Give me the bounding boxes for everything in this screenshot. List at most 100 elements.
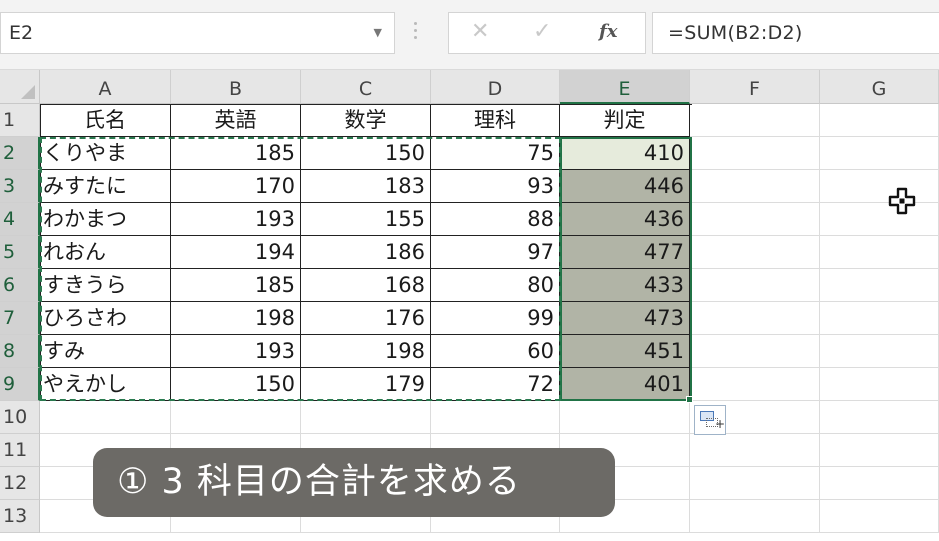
row-header-10[interactable]: 10 (0, 401, 40, 434)
cell-d6[interactable]: 80 (431, 269, 560, 302)
cell-f7[interactable] (690, 302, 820, 335)
cell-g6[interactable] (820, 269, 939, 302)
cell-d5[interactable]: 97 (431, 236, 560, 269)
cell-e8[interactable]: 451 (560, 335, 690, 368)
row-header-8[interactable]: 8 (0, 335, 40, 368)
enter-icon[interactable]: ✓ (533, 19, 551, 44)
cell-g11[interactable] (820, 434, 939, 467)
cell-e9[interactable]: 401 (560, 368, 690, 401)
cell-f2[interactable] (690, 137, 820, 170)
row-header-6[interactable]: 6 (0, 269, 40, 302)
cell-g4[interactable] (820, 203, 939, 236)
cell-g8[interactable] (820, 335, 939, 368)
cell-f1[interactable] (690, 104, 820, 137)
cell-b3[interactable]: 170 (171, 170, 301, 203)
cell-f11[interactable] (690, 434, 820, 467)
name-box[interactable]: E2 ▼ (0, 12, 395, 54)
cell-f9[interactable] (690, 368, 820, 401)
row-header-5[interactable]: 5 (0, 236, 40, 269)
cell-a6[interactable]: すきうら (40, 269, 171, 302)
row-header-12[interactable]: 12 (0, 467, 40, 500)
cell-b10[interactable] (171, 401, 301, 434)
cell-d1[interactable]: 理科 (431, 104, 560, 137)
cell-b1[interactable]: 英語 (171, 104, 301, 137)
fill-handle[interactable] (686, 396, 693, 403)
column-header-f[interactable]: F (690, 70, 820, 104)
cell-a1[interactable]: 氏名 (40, 104, 171, 137)
cell-g13[interactable] (820, 500, 939, 533)
cell-c4[interactable]: 155 (301, 203, 431, 236)
cell-c5[interactable]: 186 (301, 236, 431, 269)
cell-a7[interactable]: ひろさわ (40, 302, 171, 335)
cell-c10[interactable] (301, 401, 431, 434)
cell-a8[interactable]: すみ (40, 335, 171, 368)
insert-function-icon[interactable]: fx (599, 21, 617, 42)
cell-f12[interactable] (690, 467, 820, 500)
cell-d10[interactable] (431, 401, 560, 434)
cell-f6[interactable] (690, 269, 820, 302)
cell-g2[interactable] (820, 137, 939, 170)
cell-d3[interactable]: 93 (431, 170, 560, 203)
cell-f4[interactable] (690, 203, 820, 236)
column-header-d[interactable]: D (431, 70, 560, 104)
column-header-c[interactable]: C (301, 70, 431, 104)
cell-g5[interactable] (820, 236, 939, 269)
drag-handle-icon[interactable] (414, 22, 418, 43)
cell-c7[interactable]: 176 (301, 302, 431, 335)
cell-f3[interactable] (690, 170, 820, 203)
cell-e1[interactable]: 判定 (560, 104, 690, 137)
cell-c3[interactable]: 183 (301, 170, 431, 203)
cell-f8[interactable] (690, 335, 820, 368)
cell-b6[interactable]: 185 (171, 269, 301, 302)
cell-e5[interactable]: 477 (560, 236, 690, 269)
cell-d8[interactable]: 60 (431, 335, 560, 368)
row-header-7[interactable]: 7 (0, 302, 40, 335)
cell-d9[interactable]: 72 (431, 368, 560, 401)
cell-a4[interactable]: わかまつ (40, 203, 171, 236)
cell-g1[interactable] (820, 104, 939, 137)
row-header-9[interactable]: 9 (0, 368, 40, 401)
cell-b8[interactable]: 193 (171, 335, 301, 368)
cell-e3[interactable]: 446 (560, 170, 690, 203)
cell-d4[interactable]: 88 (431, 203, 560, 236)
cell-a10[interactable] (40, 401, 171, 434)
chevron-down-icon[interactable]: ▼ (374, 26, 382, 39)
cell-b5[interactable]: 194 (171, 236, 301, 269)
cell-e10[interactable] (560, 401, 690, 434)
cell-d2[interactable]: 75 (431, 137, 560, 170)
row-header-4[interactable]: 4 (0, 203, 40, 236)
cell-c8[interactable]: 198 (301, 335, 431, 368)
cell-g7[interactable] (820, 302, 939, 335)
row-header-13[interactable]: 13 (0, 500, 40, 533)
row-header-1[interactable]: 1 (0, 104, 40, 137)
cell-f13[interactable] (690, 500, 820, 533)
column-header-a[interactable]: A (40, 70, 171, 104)
column-header-b[interactable]: B (171, 70, 301, 104)
cell-f5[interactable] (690, 236, 820, 269)
quick-analysis-icon[interactable]: + (694, 405, 726, 435)
cell-e4[interactable]: 436 (560, 203, 690, 236)
cell-a5[interactable]: れおん (40, 236, 171, 269)
cell-a9[interactable]: やえかし (40, 368, 171, 401)
cell-c6[interactable]: 168 (301, 269, 431, 302)
cell-e7[interactable]: 473 (560, 302, 690, 335)
cell-b2[interactable]: 185 (171, 137, 301, 170)
row-header-3[interactable]: 3 (0, 170, 40, 203)
cancel-icon[interactable]: ✕ (471, 19, 489, 44)
cell-c9[interactable]: 179 (301, 368, 431, 401)
cell-g12[interactable] (820, 467, 939, 500)
cell-b7[interactable]: 198 (171, 302, 301, 335)
cell-c2[interactable]: 150 (301, 137, 431, 170)
select-all-button[interactable] (0, 70, 40, 104)
cell-g3[interactable] (820, 170, 939, 203)
cell-a2[interactable]: くりやま (40, 137, 171, 170)
cell-e2[interactable]: 410 (560, 137, 690, 170)
cell-d7[interactable]: 99 (431, 302, 560, 335)
cell-b9[interactable]: 150 (171, 368, 301, 401)
cell-g9[interactable] (820, 368, 939, 401)
row-header-11[interactable]: 11 (0, 434, 40, 467)
column-header-g[interactable]: G (820, 70, 939, 104)
row-header-2[interactable]: 2 (0, 137, 40, 170)
cell-b4[interactable]: 193 (171, 203, 301, 236)
column-header-e[interactable]: E (560, 70, 690, 104)
